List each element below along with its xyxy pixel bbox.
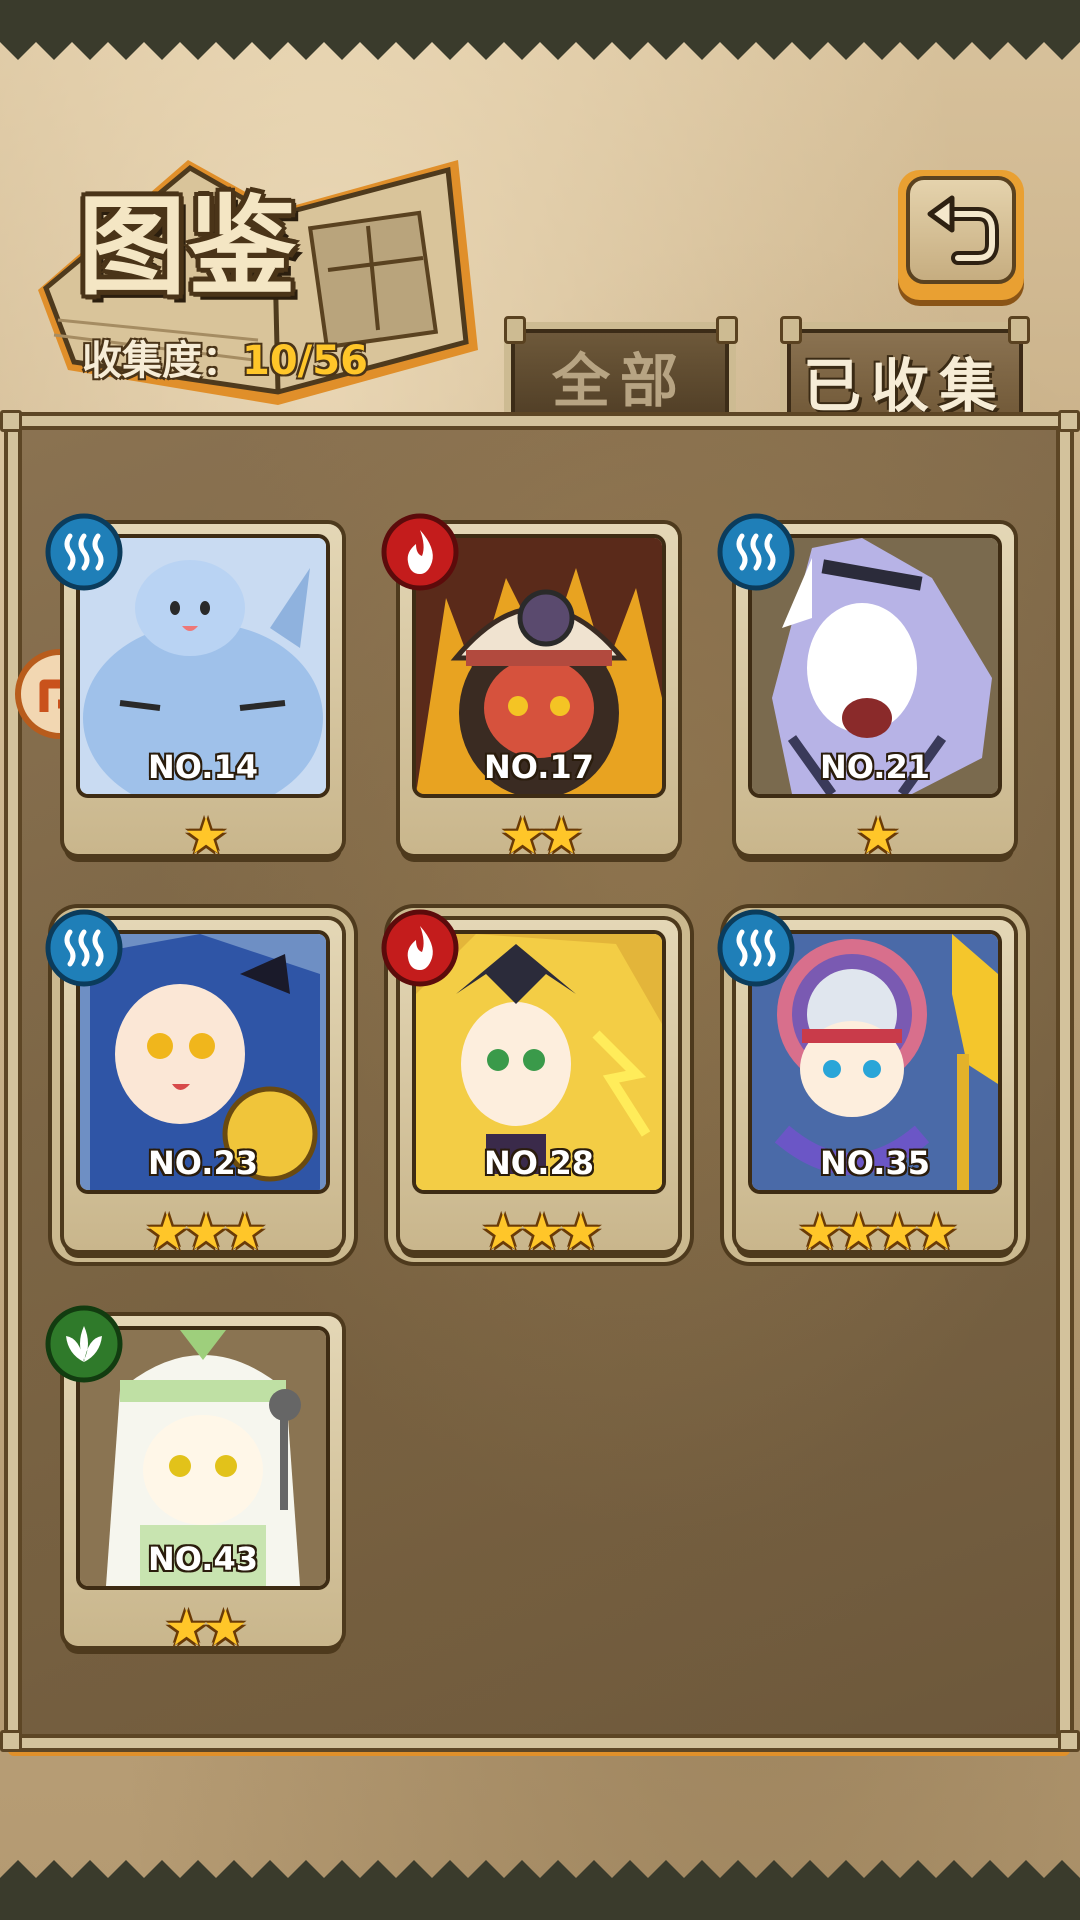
page-title: 图鉴 bbox=[78, 185, 299, 310]
return-arrow-icon bbox=[927, 195, 999, 265]
water-icon bbox=[717, 909, 795, 987]
collection-value: 10/56 bbox=[242, 338, 368, 384]
monster-card[interactable]: NO.14 ★ bbox=[44, 513, 344, 884]
fire-icon bbox=[381, 513, 459, 591]
panel-corner bbox=[0, 1730, 22, 1752]
water-icon bbox=[45, 513, 123, 591]
panel-corner bbox=[0, 410, 22, 432]
monster-number: NO.43 bbox=[148, 1540, 258, 1578]
monster-card[interactable]: NO.17 ★★ bbox=[380, 513, 680, 884]
panel-corner bbox=[1058, 1730, 1080, 1752]
star-rating: ★★★★ bbox=[797, 1203, 958, 1261]
monster-card[interactable]: NO.23 ★★★ bbox=[44, 909, 344, 1280]
collection-label: 收集度： bbox=[82, 338, 242, 384]
top-border bbox=[0, 0, 1080, 60]
panel-corner bbox=[1058, 410, 1080, 432]
tab-post bbox=[716, 316, 738, 344]
monster-number: NO.17 bbox=[484, 748, 594, 786]
tab-post bbox=[1008, 316, 1030, 344]
monster-number: NO.21 bbox=[820, 748, 930, 786]
monster-card[interactable]: NO.35 ★★★★ bbox=[716, 909, 1016, 1280]
star-rating: ★★★ bbox=[480, 1203, 603, 1261]
leaf-icon bbox=[45, 1305, 123, 1383]
star-rating: ★ bbox=[183, 807, 229, 865]
fire-icon bbox=[381, 909, 459, 987]
monster-number: NO.35 bbox=[820, 1144, 930, 1182]
tab-all[interactable]: 全部 bbox=[504, 322, 736, 422]
monster-card[interactable]: NO.21 ★ bbox=[716, 513, 1016, 884]
monster-card[interactable]: NO.43 ★★ bbox=[44, 1305, 344, 1676]
tab-post bbox=[504, 316, 526, 344]
water-icon bbox=[45, 909, 123, 987]
tab-post bbox=[780, 316, 802, 344]
monster-card[interactable]: NO.28 ★★★ bbox=[380, 909, 680, 1280]
monster-number: NO.23 bbox=[148, 1144, 258, 1182]
bottom-border bbox=[0, 1860, 1080, 1920]
back-button[interactable] bbox=[898, 170, 1024, 300]
monster-number: NO.28 bbox=[484, 1144, 594, 1182]
star-rating: ★★ bbox=[500, 807, 584, 865]
water-icon bbox=[717, 513, 795, 591]
star-rating: ★★ bbox=[164, 1599, 248, 1657]
star-rating: ★ bbox=[855, 807, 901, 865]
monster-number: NO.14 bbox=[148, 748, 258, 786]
collection-progress: 收集度：10/56 bbox=[82, 328, 368, 386]
star-rating: ★★★ bbox=[144, 1203, 267, 1261]
